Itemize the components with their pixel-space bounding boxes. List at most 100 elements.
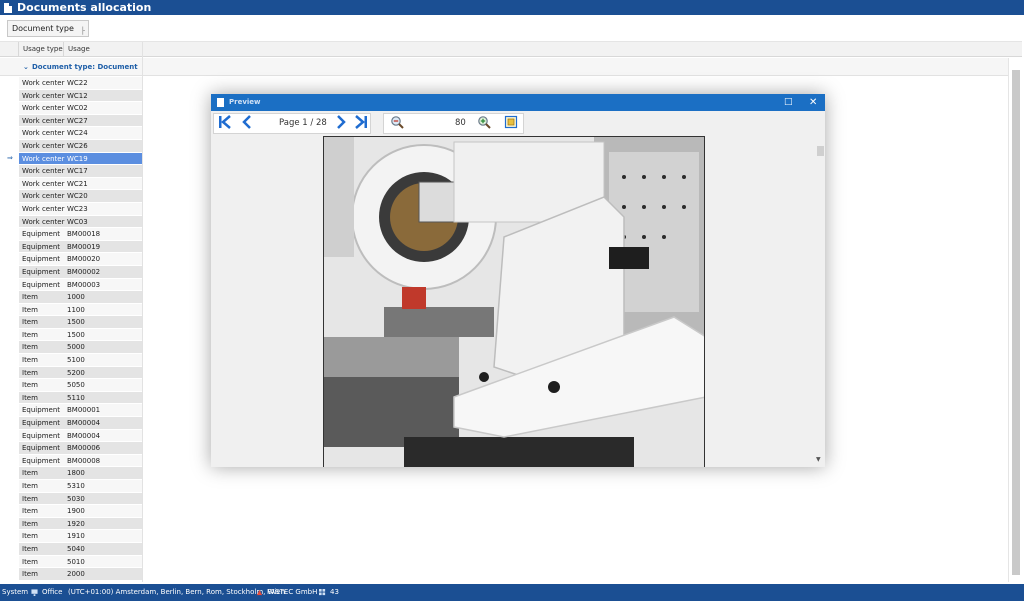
cell-usage: BM00006 [67,444,101,453]
table-row[interactable]: Work center WC21 [19,177,142,191]
preview-canvas[interactable] [211,136,825,467]
table-row[interactable]: Item 5040 [19,542,142,556]
table-row[interactable]: Equipment BM00008 [19,454,142,468]
fit-page-icon[interactable] [502,115,520,133]
cell-usage-type: Item [22,293,38,302]
cell-usage: BM00003 [67,280,101,289]
table-row[interactable]: Item 5110 [19,391,142,405]
chevron-down-icon[interactable]: ▼ [816,456,821,463]
chevron-down-icon[interactable]: ⌄ [23,58,29,76]
cell-usage: 5050 [67,381,85,390]
table-row[interactable]: Work center WC17 [19,165,142,178]
table-row[interactable]: Work center WC19 [19,152,142,166]
table-row[interactable]: Item 5000 [19,341,142,355]
table-row[interactable]: Work center WC24 [19,127,142,140]
cell-usage-type: Item [22,557,38,566]
table-row[interactable]: Equipment BM00004 [19,417,142,430]
computer-icon [31,584,38,601]
cell-usage: 1910 [67,532,85,541]
preview-title-bar: Preview □ ✕ [211,94,825,111]
table-row[interactable]: Equipment BM00018 [19,228,142,241]
last-page-icon[interactable] [352,115,370,133]
table-row[interactable]: Work center WC12 [19,89,142,103]
cell-usage: BM00018 [67,230,101,239]
cell-usage-type: Item [22,482,38,490]
table-row[interactable]: Work center WC02 [19,102,142,115]
table-row[interactable]: Work center WC03 [19,215,142,229]
scrollbar-thumb[interactable] [817,146,824,156]
table-row[interactable]: Equipment BM00001 [19,404,142,418]
table-row[interactable]: Item 1000 [19,291,142,304]
scrollbar-thumb[interactable] [1012,70,1020,575]
cell-usage-type: Item [22,343,38,352]
cell-usage-type: Equipment [22,456,60,465]
cell-usage: 5040 [67,544,85,553]
preview-dialog: Preview □ ✕ Page 1 / 28 80 ▼ [211,94,825,467]
table-row[interactable]: Item 5200 [19,366,142,380]
table-row[interactable]: Item 5010 [19,555,142,569]
table-row[interactable]: Equipment BM00002 [19,265,142,279]
table-row[interactable]: Item 5310 [19,480,142,493]
table-row[interactable]: Item 1910 [19,530,142,543]
row-indicator-header [0,42,19,57]
table-row[interactable]: Item 1920 [19,517,142,531]
table-row[interactable]: Work center WC22 [19,77,142,90]
cell-usage: 5310 [67,482,85,490]
page-indicator: Page 1 / 28 [279,118,327,128]
group-panel: Document type ├ [0,15,1022,42]
table-row[interactable]: Item 2000 [19,568,142,581]
table-row[interactable]: Item 5100 [19,354,142,367]
cell-usage-type: Item [22,305,38,314]
column-header-usage-type[interactable]: Usage type [19,42,64,57]
cell-usage-type: Equipment [22,419,60,428]
maximize-icon[interactable]: □ [784,94,793,111]
table-row[interactable]: Item 5050 [19,379,142,392]
cell-usage: WC03 [67,217,88,226]
zoom-in-icon[interactable] [475,115,493,133]
cell-usage: 5110 [67,393,85,402]
table-row[interactable]: Item 1100 [19,303,142,317]
preview-toolbar: Page 1 / 28 80 [211,111,825,136]
column-header-usage[interactable]: Usage [64,42,143,57]
table-row[interactable]: Equipment BM00004 [19,429,142,443]
table-row[interactable]: Item 1800 [19,467,142,480]
zoom-group: 80 [383,113,524,134]
document-icon [4,3,12,13]
status-timezone: (UTC+01:00) Amsterdam, Berlin, Bern, Rom… [68,588,286,596]
table-row[interactable]: Equipment BM00006 [19,442,142,455]
cell-usage: BM00004 [67,419,101,428]
cell-usage-type: Equipment [22,444,60,453]
table-row[interactable]: Equipment BM00003 [19,278,142,292]
group-row-label: Document type: Document [32,63,138,71]
first-page-icon[interactable] [216,115,234,133]
table-row[interactable]: Work center WC27 [19,114,142,128]
table-row[interactable]: Item 1900 [19,505,142,518]
cell-usage-type: Work center [22,167,65,176]
cell-usage-type: Item [22,544,38,553]
next-page-icon[interactable] [332,115,350,133]
cell-usage-type: Work center [22,91,65,100]
previous-page-icon[interactable] [238,115,256,133]
table-row[interactable]: Work center WC23 [19,202,142,216]
close-icon[interactable]: ✕ [809,94,817,111]
table-row[interactable]: Item 1500 [19,328,142,342]
cell-usage-type: Equipment [22,431,60,440]
zoom-out-icon[interactable] [388,115,406,133]
document-icon [217,98,224,107]
table-row[interactable]: Equipment BM00020 [19,253,142,266]
cell-usage-type: Work center [22,104,65,113]
grid-vertical-scrollbar[interactable] [1008,58,1022,582]
table-row[interactable]: Work center WC26 [19,139,142,153]
cell-usage-type: Work center [22,204,65,213]
table-row[interactable]: Work center WC20 [19,190,142,203]
document-page [323,136,705,467]
table-row[interactable]: Item 1500 [19,316,142,329]
zoom-value[interactable]: 80 [455,114,466,133]
table-row[interactable]: Item 5030 [19,492,142,506]
group-chip-document-type[interactable]: Document type ├ [7,20,89,37]
group-row[interactable]: ⌄ Document type: Document [0,58,1008,76]
table-row[interactable]: Equipment BM00019 [19,240,142,254]
preview-vertical-scrollbar[interactable]: ▼ [815,136,825,467]
cell-usage-type: Item [22,368,38,377]
status-location: Office [42,588,63,596]
